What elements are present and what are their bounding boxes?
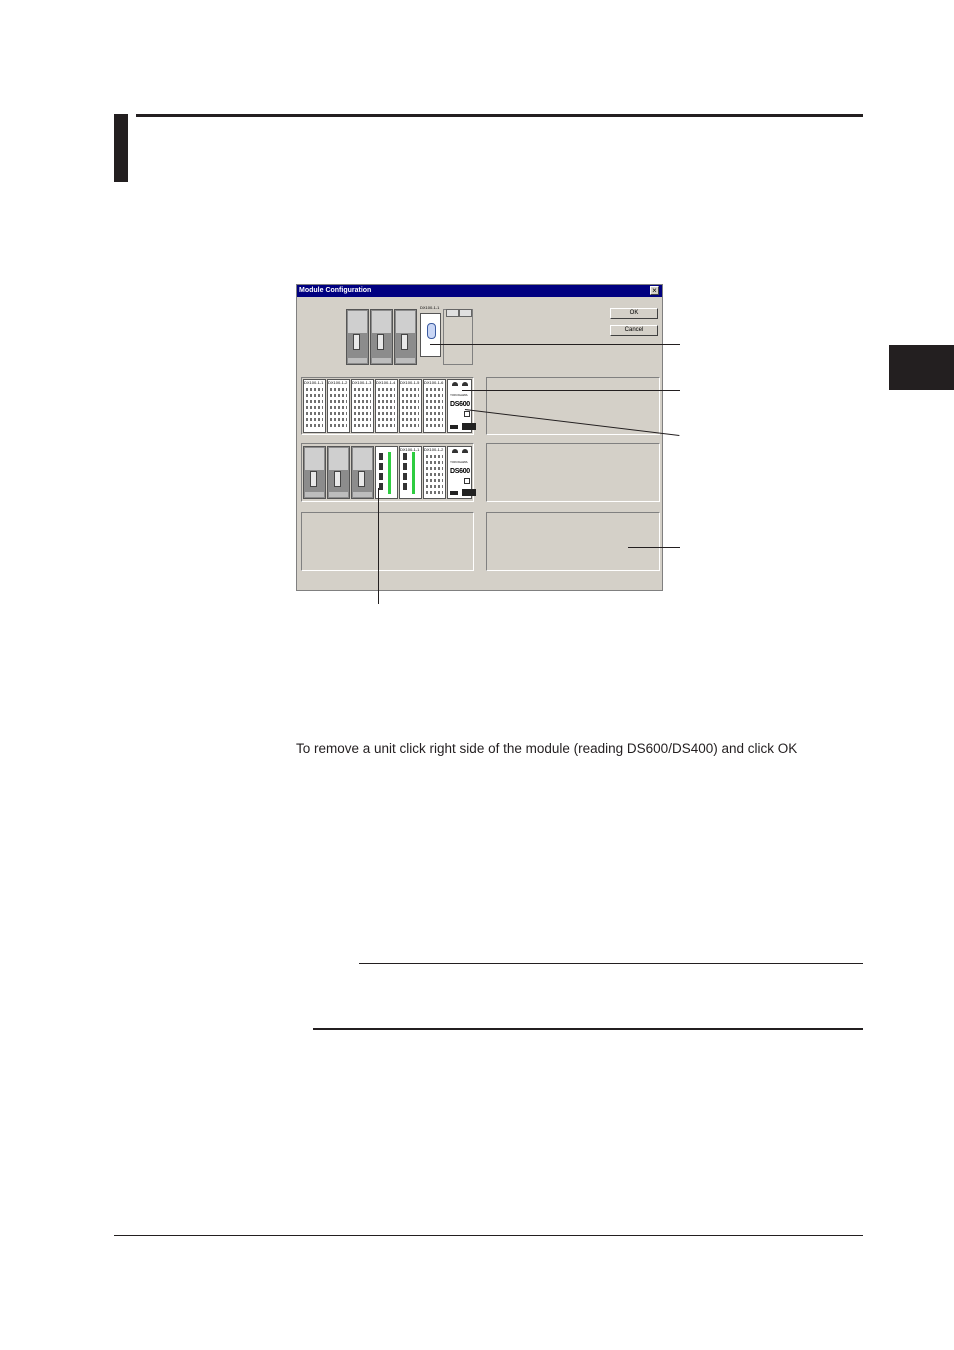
unit-slot-row2-right[interactable]	[486, 377, 660, 435]
module-configuration-dialog: Module Configuration × OK Cancel DX100-1…	[296, 284, 663, 591]
ds600-module[interactable]: YOKOGAWA DS600	[447, 379, 476, 433]
callout-line	[462, 390, 680, 391]
ds600-logo: DS600	[450, 468, 470, 475]
unit-slot-row2-left[interactable]: DX100-1-1 DX100-1-2 DX100-1-3 DX100-1-4 …	[301, 377, 476, 435]
gray-module[interactable]	[370, 309, 393, 365]
io-module[interactable]: DX100-1-5	[399, 379, 422, 433]
callout-line	[378, 488, 379, 604]
io-module[interactable]: DX100-1-4	[375, 379, 398, 433]
io-module[interactable]: DX100-1-1	[303, 379, 326, 433]
note-top-rule	[359, 963, 863, 964]
gray-module[interactable]	[303, 446, 326, 499]
ok-button[interactable]: OK	[610, 308, 658, 319]
ds600-logo: DS600	[450, 401, 470, 408]
dialog-title-bar[interactable]: Module Configuration ×	[297, 285, 662, 297]
unit-slot-row4-left[interactable]	[301, 512, 474, 571]
footer-rule	[114, 1235, 863, 1236]
gray-module[interactable]	[351, 446, 374, 499]
chapter-tab	[889, 345, 954, 390]
note-bottom-rule	[313, 1028, 863, 1030]
unit-slot-row3-left[interactable]: DX100-1-1 DX100-1-2 YOKOGAWA DS600	[301, 443, 476, 502]
empty-top-slot[interactable]	[443, 309, 473, 365]
cancel-button[interactable]: Cancel	[610, 325, 658, 336]
top-rule	[136, 114, 863, 117]
connector-icon	[427, 323, 436, 339]
top-unit[interactable]: DX100-1-1	[346, 305, 476, 367]
gray-module[interactable]	[327, 446, 350, 499]
top-unit-label: DX100-1-1	[420, 305, 440, 310]
gray-module[interactable]	[346, 309, 369, 365]
io-module[interactable]: DX100-1-3	[351, 379, 374, 433]
callout-line	[430, 344, 680, 345]
close-button[interactable]: ×	[650, 286, 659, 295]
io-module[interactable]: DX100-1-6	[423, 379, 446, 433]
unit-slot-row3-right[interactable]	[486, 443, 660, 502]
gray-module[interactable]	[394, 309, 417, 365]
io-module-green[interactable]: DX100-1-1	[399, 446, 422, 499]
io-module[interactable]: DX100-1-2	[327, 379, 350, 433]
callout-line	[628, 547, 680, 548]
base-module[interactable]	[420, 313, 441, 357]
instruction-text: To remove a unit click right side of the…	[296, 741, 798, 756]
io-module[interactable]: DX100-1-2	[423, 446, 446, 499]
ds600-module[interactable]: YOKOGAWA DS600	[447, 446, 476, 499]
chapter-side-bar	[114, 114, 128, 182]
unit-slot-row4-right[interactable]	[486, 512, 660, 571]
dialog-title: Module Configuration	[299, 287, 372, 294]
